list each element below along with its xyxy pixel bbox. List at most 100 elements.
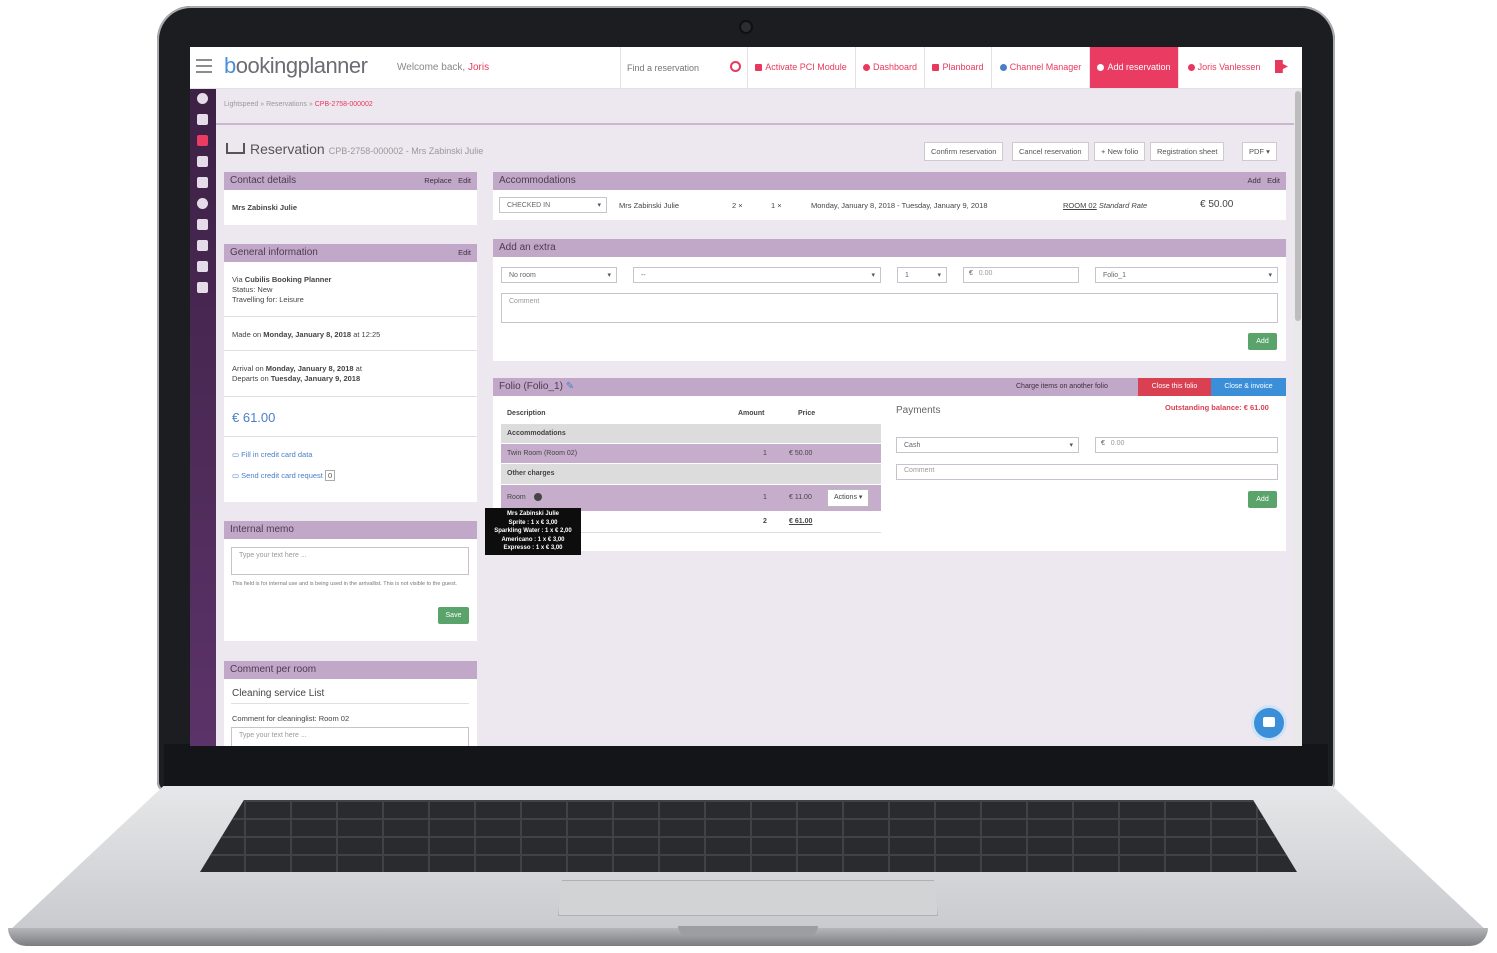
comment-per-room-panel: Comment per room Cleaning service List C… <box>224 661 477 746</box>
extra-room-select[interactable]: No room <box>501 267 617 284</box>
pdf-button[interactable]: PDF ▾ <box>1242 142 1277 161</box>
accommodation-guest: Mrs Zabinski Julie <box>619 201 680 210</box>
contact-details-panel: Contact details Replace Edit Mrs Zabinsk… <box>224 172 477 225</box>
breadcrumb-home[interactable]: Lightspeed <box>224 101 258 108</box>
welcome-user: Joris <box>467 62 490 73</box>
book-nav-icon[interactable] <box>197 156 208 167</box>
general-information-header: General information Edit <box>224 244 477 262</box>
search-icon[interactable] <box>730 61 741 72</box>
cleaning-service-title: Cleaning service List <box>232 688 325 699</box>
document-nav-icon[interactable] <box>197 219 208 230</box>
header-divider <box>216 123 1302 125</box>
group-row: Accommodations <box>501 425 881 443</box>
breadcrumb-current: CPB-2758-000002 <box>314 101 373 108</box>
row-actions-button[interactable]: Actions ▾ <box>827 489 870 507</box>
replace-contact-button[interactable]: Replace <box>424 176 452 185</box>
dashboard-nav-icon[interactable] <box>197 93 208 104</box>
page-title: Reservation CPB-2758-000002 - Mrs Zabinsk… <box>226 141 483 157</box>
add-reservation-button[interactable]: Add reservation <box>1090 47 1179 88</box>
dashboard-button[interactable]: Dashboard <box>856 47 925 88</box>
memo-hint: This field is for internal use and is be… <box>232 581 457 587</box>
search-input[interactable] <box>625 58 729 78</box>
add-extra-panel: Add an extra No room -- 1 € 0.00 Folio_1… <box>493 239 1286 361</box>
edit-contact-button[interactable]: Edit <box>458 176 471 185</box>
internal-memo-header: Internal memo <box>224 521 477 539</box>
brand-logo[interactable]: bookingplanner <box>224 53 368 79</box>
users-nav-icon[interactable] <box>197 240 208 251</box>
room-link[interactable]: ROOM 02 <box>1063 201 1097 210</box>
charges-tooltip: Mrs Zabinski Julie Sprite : 1 x € 3,00 S… <box>485 508 581 555</box>
new-folio-button[interactable]: + New folio <box>1094 142 1146 161</box>
laptop-notch <box>678 926 818 936</box>
gear-nav-icon[interactable] <box>197 198 208 209</box>
add-payment-button[interactable]: Add <box>1248 491 1277 508</box>
activate-pci-button[interactable]: Activate PCI Module <box>747 47 856 88</box>
cleaning-comment-label: Comment for cleaninglist: Room 02 <box>232 714 350 723</box>
add-extra-button[interactable]: Add <box>1248 333 1277 350</box>
accommodation-status-select[interactable]: CHECKED IN <box>499 197 607 214</box>
bed-nav-icon[interactable] <box>197 135 208 146</box>
add-extra-header: Add an extra <box>493 239 1286 257</box>
travelling-text: Travelling for: Leisure <box>232 295 304 304</box>
accommodation-price: € 50.00 <box>1200 199 1234 210</box>
internal-memo-panel: Internal memo Type your text here ... Th… <box>224 521 477 641</box>
hamburger-menu-icon[interactable] <box>196 59 212 77</box>
camera-icon <box>741 22 751 32</box>
edit-general-button[interactable]: Edit <box>458 248 471 257</box>
logout-icon[interactable] <box>1275 60 1288 73</box>
info-icon[interactable] <box>534 493 542 501</box>
user-icon <box>1187 64 1195 71</box>
via-text: Via Cubilis Booking Planner <box>232 275 332 284</box>
payment-method-select[interactable]: Cash <box>896 437 1079 454</box>
extra-item-select[interactable]: -- <box>633 267 881 284</box>
payment-amount-input[interactable]: € 0.00 <box>1095 437 1278 453</box>
payments-title: Payments <box>896 405 941 416</box>
channel-manager-button[interactable]: Channel Manager <box>992 47 1090 88</box>
add-accommodation-button[interactable]: Add <box>1247 176 1260 185</box>
trackpad <box>558 880 938 916</box>
request-count-badge: 0 <box>324 470 336 481</box>
link-nav-icon[interactable] <box>197 261 208 272</box>
close-folio-button[interactable]: Close this folio <box>1138 378 1211 396</box>
send-credit-card-request-link[interactable]: ▭ Send credit card request 0 <box>232 470 336 481</box>
breadcrumb-reservations[interactable]: Reservations <box>266 101 307 108</box>
invoice-nav-icon[interactable] <box>197 177 208 188</box>
save-memo-button[interactable]: Save <box>438 607 469 624</box>
cancel-reservation-button[interactable]: Cancel reservation <box>1012 142 1089 161</box>
page-subtitle: CPB-2758-000002 - Mrs Zabinski Julie <box>328 146 484 156</box>
table-header: Description Amount Price <box>501 404 881 425</box>
confirm-reservation-button[interactable]: Confirm reservation <box>924 142 1004 161</box>
top-navbar: bookingplanner Welcome back, Joris Activ… <box>190 47 1302 89</box>
edit-folio-icon[interactable]: ✎ <box>566 381 574 392</box>
registration-sheet-button[interactable]: Registration sheet <box>1150 142 1225 161</box>
fill-credit-card-link[interactable]: ▭ Fill in credit card data <box>232 450 312 459</box>
close-invoice-button[interactable]: Close & invoice <box>1211 378 1286 396</box>
extra-folio-select[interactable]: Folio_1 <box>1095 267 1278 284</box>
accommodations-panel: Accommodations Add Edit CHECKED IN Mrs Z… <box>493 172 1286 220</box>
table-row: Twin Room (Room 02) 1 € 50.00 <box>501 444 881 463</box>
channel-manager-icon <box>999 64 1007 71</box>
contact-name: Mrs Zabinski Julie <box>232 203 298 212</box>
edit-accommodation-button[interactable]: Edit <box>1267 176 1280 185</box>
sidebar <box>190 89 216 746</box>
adults-count: 2 × <box>732 201 743 210</box>
extra-qty-select[interactable]: 1 <box>897 267 947 284</box>
extra-amount-input[interactable]: € 0.00 <box>963 267 1079 283</box>
planboard-button[interactable]: Planboard <box>925 47 992 88</box>
chat-button[interactable] <box>1254 708 1284 738</box>
main-content: Lightspeed » Reservations » CPB-2758-000… <box>216 89 1302 746</box>
accommodation-dates: Monday, January 8, 2018 - Tuesday, Janua… <box>811 201 988 210</box>
payment-comment-input[interactable]: Comment <box>896 464 1278 480</box>
user-menu[interactable]: Joris Vanlessen <box>1179 47 1269 88</box>
calendar-nav-icon[interactable] <box>197 114 208 125</box>
welcome-text: Welcome back, Joris <box>397 62 490 73</box>
cleaning-comment-input[interactable]: Type your text here ... <box>231 727 469 746</box>
bed-icon <box>226 143 245 154</box>
memo-textarea[interactable]: Type your text here ... <box>231 547 469 575</box>
extra-comment-input[interactable]: Comment <box>501 293 1278 323</box>
credit-card-icon <box>755 64 763 71</box>
arrival-text: Arrival on Monday, January 8, 2018 at <box>232 364 362 373</box>
page-scrollbar[interactable] <box>1294 89 1302 746</box>
shield-nav-icon[interactable] <box>197 282 208 293</box>
charge-other-folio-button[interactable]: Charge items on another folio <box>1016 378 1108 396</box>
